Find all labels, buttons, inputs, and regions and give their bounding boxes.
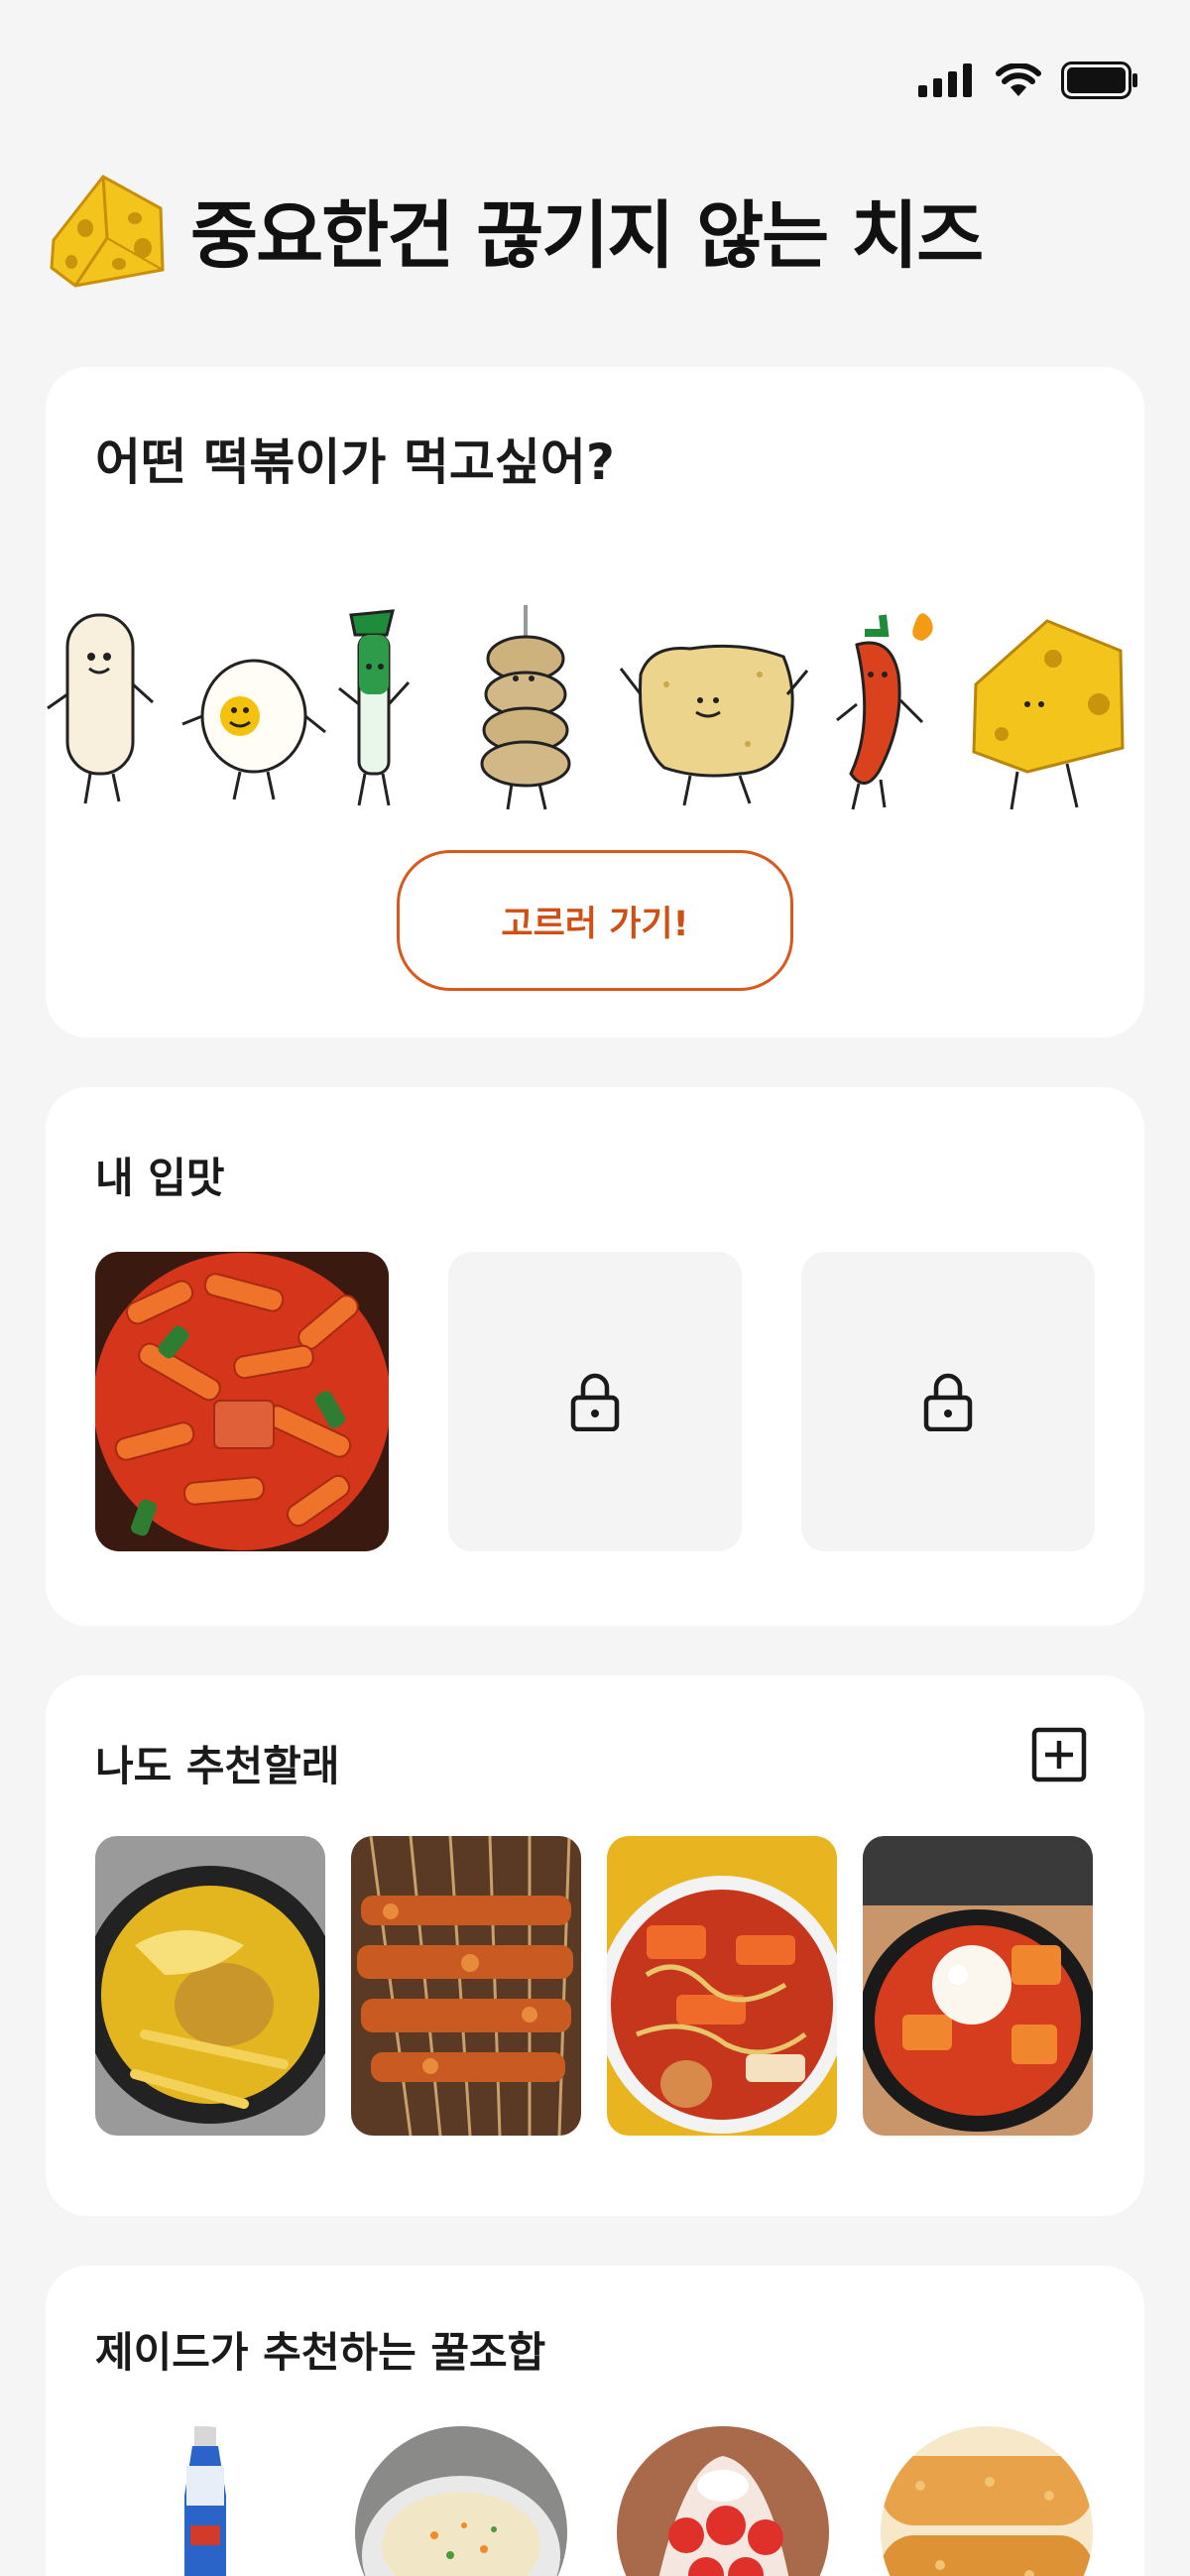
choose-tteokbokki-card: 어떤 떡볶이가 먹고싶어? 고르러 가기! — [46, 367, 1144, 1038]
my-taste-slot-2[interactable] — [448, 1252, 742, 1551]
strawberry-bingsu-photo — [617, 2426, 829, 2576]
cheese-curry-tteokbokki-photo — [95, 1836, 325, 2136]
combo-item-1[interactable] — [95, 2426, 307, 2576]
my-taste-slot-3[interactable] — [801, 1252, 1095, 1551]
combo-item-4[interactable] — [881, 2426, 1093, 2576]
combo-item-3[interactable] — [617, 2426, 829, 2576]
battery-icon — [1061, 61, 1137, 99]
rabokki-photo — [607, 1836, 837, 2136]
my-taste-card: 내 입맛 — [46, 1087, 1144, 1626]
go-choose-button[interactable]: 고르러 가기! — [397, 850, 793, 991]
cellular-signal-icon — [918, 63, 972, 97]
character-lineup — [47, 605, 1125, 810]
rice-porridge-photo — [355, 2426, 567, 2576]
tteok-skewers-photo — [351, 1836, 581, 2136]
wifi-icon — [996, 63, 1041, 96]
tteokbokki-photo — [95, 1252, 389, 1551]
fried-cutlet-photo — [881, 2426, 1093, 2576]
lock-icon — [570, 1373, 620, 1431]
soda-bottle-photo — [95, 2426, 307, 2576]
fish-cake-skewer-character — [480, 605, 571, 810]
lock-icon — [923, 1373, 973, 1431]
rice-cake-character — [47, 613, 155, 804]
my-taste-title: 내 입맛 — [95, 1154, 225, 1202]
recommend-item-4[interactable] — [863, 1836, 1093, 2136]
chili-pepper-character — [836, 613, 933, 810]
recommend-item-2[interactable] — [351, 1836, 581, 2136]
ice-cream-tteokbokki-photo — [863, 1836, 1093, 2136]
recommend-title: 나도 추천할래 — [95, 1742, 340, 1790]
cheese-icon — [50, 175, 165, 288]
green-onion-character — [338, 609, 411, 806]
app-header: 중요한건 끊기지 않는 치즈 — [46, 169, 984, 290]
jade-combo-card: 제이드가 추천하는 꿀조합 — [46, 2266, 1144, 2576]
recommend-item-1[interactable] — [95, 1836, 325, 2136]
status-bar — [918, 61, 1138, 99]
plus-square-icon[interactable] — [1031, 1727, 1087, 1782]
recommend-card: 나도 추천할래 — [46, 1675, 1144, 2216]
egg-character — [181, 659, 326, 800]
jade-combo-title: 제이드가 추천하는 꿀조합 — [95, 2328, 546, 2377]
choose-question: 어떤 떡볶이가 먹고싶어? — [95, 433, 615, 491]
combo-item-2[interactable] — [355, 2426, 567, 2576]
app-title: 중요한건 끊기지 않는 치즈 — [190, 192, 984, 279]
recommend-item-3[interactable] — [607, 1836, 837, 2136]
my-taste-slot-1[interactable] — [95, 1252, 389, 1551]
cheese-character — [972, 619, 1125, 810]
fried-snack-character — [619, 644, 809, 806]
